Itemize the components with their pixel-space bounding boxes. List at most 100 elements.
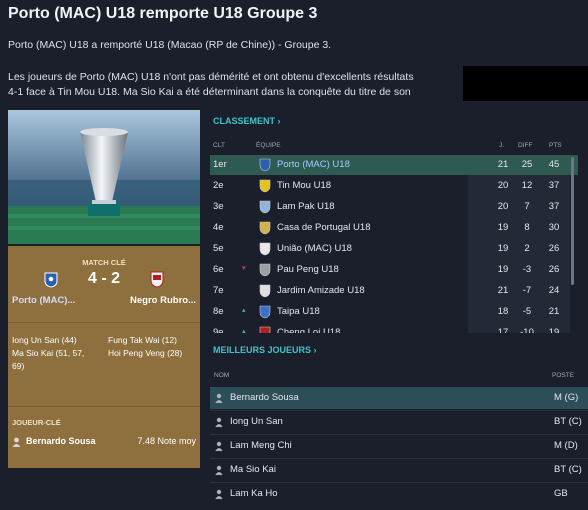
col-header-diff: DIFF (518, 142, 533, 149)
col-header-name: NOM (214, 372, 230, 379)
standings-team-name[interactable]: Lam Pak U18 (277, 201, 335, 212)
top-player-position: GB (554, 488, 568, 499)
col-header-team: ÉQUIPE (256, 142, 281, 149)
club-crest-icon (259, 305, 271, 319)
negro-rubro-crest-icon (150, 271, 164, 293)
standings-row[interactable]: 1er Porto (MAC) U18 21 25 45 (210, 155, 578, 175)
standings-position: 5e (213, 243, 224, 254)
standings-played: 21 (497, 159, 509, 170)
home-team-link[interactable]: Porto (MAC)... (12, 295, 75, 306)
club-crest-icon (259, 158, 271, 172)
standings-played: 20 (497, 180, 509, 191)
top-player-name[interactable]: Lam Meng Chi (230, 440, 292, 451)
away-team-link[interactable]: Negro Rubro... (130, 295, 196, 306)
standings-diff: -7 (522, 285, 532, 296)
standings-points: 37 (548, 201, 560, 212)
top-player-name[interactable]: Bernardo Sousa (230, 392, 299, 403)
club-crest-icon (259, 242, 271, 256)
key-match-label: MATCH CLÉ (82, 258, 126, 267)
top-player-name[interactable]: Lam Ka Ho (230, 488, 278, 499)
row-separator (210, 410, 588, 411)
person-icon (215, 441, 223, 454)
standings-points: 37 (548, 180, 560, 191)
standings-position: 8e (213, 306, 224, 317)
standings-played: 19 (497, 264, 509, 275)
person-icon (215, 465, 223, 478)
standings-row[interactable]: 8e ▴ Taipa U18 18 -5 21 (210, 302, 578, 322)
away-scorer-line: Fung Tak Wai (12) (108, 335, 177, 345)
top-players-section-link[interactable]: MEILLEURS JOUEURS › (213, 345, 317, 355)
row-separator (210, 434, 588, 435)
standings-points: 30 (548, 222, 560, 233)
standings-row[interactable]: 7e Jardim Amizade U18 21 -7 24 (210, 281, 578, 301)
club-crest-icon (259, 284, 271, 298)
top-player-row[interactable]: Lam Ka Ho GB (210, 483, 588, 505)
standings-team-name[interactable]: Pau Peng U18 (277, 264, 339, 275)
top-player-position: M (G) (554, 392, 579, 403)
key-player-name[interactable]: Bernardo Sousa (26, 436, 96, 446)
away-scorers: Fung Tak Wai (12) Hoi Peng Veng (28) (108, 334, 198, 360)
col-header-pts: PTS (549, 142, 562, 149)
top-player-row[interactable]: Ma Sio Kai BT (C) (210, 459, 588, 481)
person-icon (215, 393, 223, 406)
home-scorer-line: Iong Un San (44) (12, 335, 77, 345)
standings-table[interactable]: 1er Porto (MAC) U18 21 25 45 2e Tin Mou U18 20 1… (210, 155, 580, 333)
standings-team-name[interactable]: Jardim Amizade U18 (277, 285, 365, 296)
person-icon (215, 489, 223, 502)
trend-arrow-icon: ▴ (242, 307, 246, 314)
news-paragraph: Les joueurs de Porto (MAC) U18 n'ont pas… (8, 70, 473, 100)
standings-played: 19 (497, 222, 509, 233)
standings-position: 9e (213, 327, 224, 333)
key-player-row[interactable]: Bernardo Sousa 7.48 Note moy (12, 436, 196, 448)
standings-team-name[interactable]: Porto (MAC) U18 (277, 159, 350, 170)
news-paragraph-line-2: 4-1 face à Tin Mou U18. Ma Sio Kai a été… (8, 86, 411, 98)
standings-points: 26 (548, 243, 560, 254)
standings-position: 2e (213, 180, 224, 191)
standings-diff: 2 (524, 243, 530, 254)
person-icon (215, 417, 223, 430)
standings-row[interactable]: 6e ▾ Pau Peng U18 19 -3 26 (210, 260, 578, 280)
standings-scrollbar[interactable] (571, 157, 574, 285)
top-player-position: BT (C) (554, 416, 582, 427)
row-separator (210, 482, 588, 483)
trophy-image (8, 110, 200, 244)
standings-row[interactable]: 4e Casa de Portugal U18 19 8 30 (210, 218, 578, 238)
club-crest-icon (259, 221, 271, 235)
divider (8, 406, 200, 407)
standings-diff: 25 (521, 159, 533, 170)
top-player-row[interactable]: Iong Un San BT (C) (210, 411, 588, 433)
news-subtitle: Porto (MAC) U18 a remporté U18 (Macao (R… (8, 39, 332, 51)
key-player-rating: 7.48 Note moy (137, 436, 196, 446)
row-separator (210, 458, 588, 459)
col-header-position: POSTE (552, 372, 575, 379)
top-player-row[interactable]: Lam Meng Chi M (D) (210, 435, 588, 457)
trend-arrow-icon: ▴ (242, 328, 246, 333)
top-player-name[interactable]: Ma Sio Kai (230, 464, 276, 475)
standings-row[interactable]: 5e União (MAC) U18 19 2 26 (210, 239, 578, 259)
standings-position: 1er (213, 159, 227, 170)
top-player-name[interactable]: Iong Un San (230, 416, 283, 427)
person-icon (12, 437, 21, 449)
key-match-card[interactable]: MATCH CLÉ 4 - 2 Porto (MAC)... Negro Rub… (8, 246, 200, 468)
standings-diff: -3 (522, 264, 532, 275)
divider (8, 322, 200, 323)
club-crest-icon (259, 200, 271, 214)
standings-team-name[interactable]: União (MAC) U18 (277, 243, 352, 254)
top-player-position: M (D) (554, 440, 578, 451)
standings-row[interactable]: 9e ▴ Cheng Loi U18 17 -10 19 (210, 323, 578, 333)
redacted-overlay (463, 66, 588, 101)
standings-team-name[interactable]: Cheng Loi U18 (277, 327, 340, 333)
top-player-position: BT (C) (554, 464, 582, 475)
news-paragraph-line-1: Les joueurs de Porto (MAC) U18 n'ont pas… (8, 71, 414, 83)
standings-team-name[interactable]: Taipa U18 (277, 306, 320, 317)
top-player-row[interactable]: Bernardo Sousa M (G) (210, 387, 588, 409)
standings-team-name[interactable]: Tin Mou U18 (277, 180, 331, 191)
standings-row[interactable]: 3e Lam Pak U18 20 7 37 (210, 197, 578, 217)
standings-team-name[interactable]: Casa de Portugal U18 (277, 222, 370, 233)
standings-position: 7e (213, 285, 224, 296)
club-crest-icon (259, 263, 271, 277)
standings-section-link[interactable]: CLASSEMENT › (213, 116, 281, 126)
club-crest-icon (259, 179, 271, 193)
standings-diff: 12 (521, 180, 533, 191)
standings-row[interactable]: 2e Tin Mou U18 20 12 37 (210, 176, 578, 196)
